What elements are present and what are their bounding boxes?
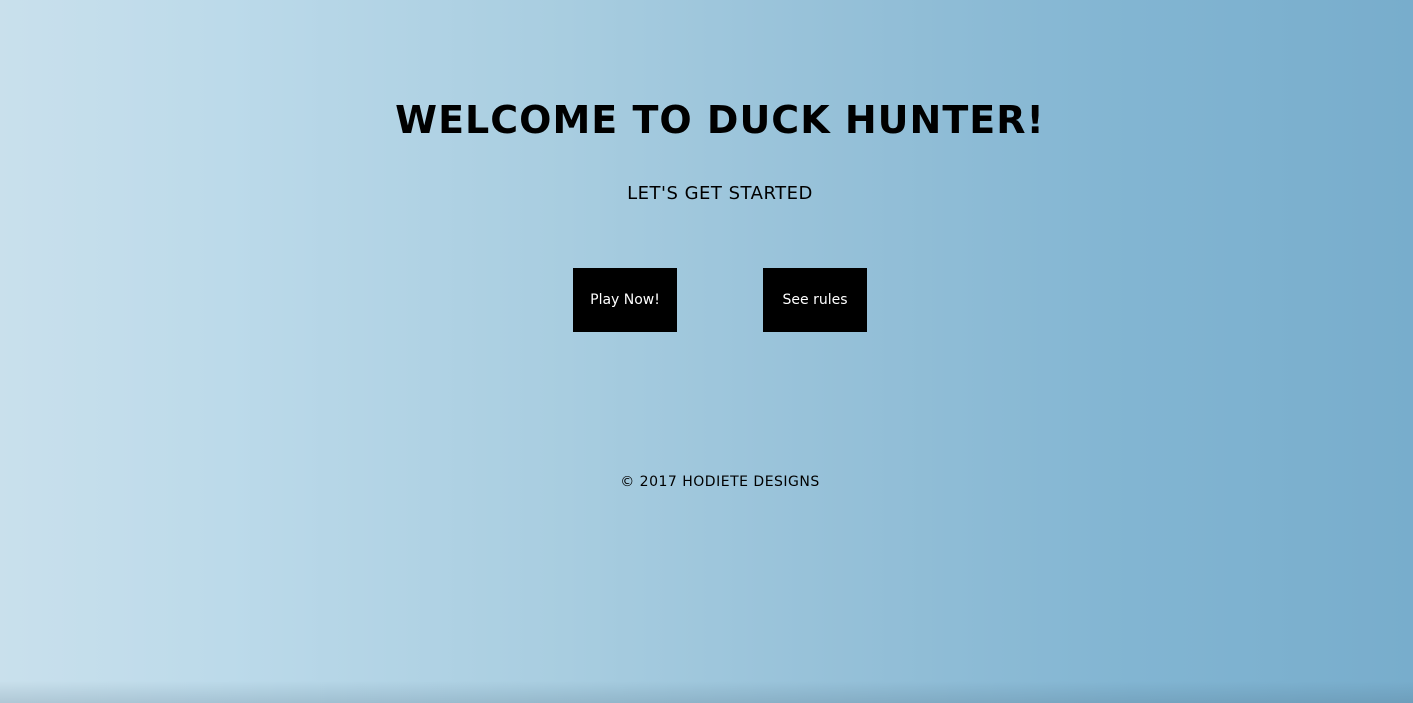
bottom-shadow	[0, 681, 1413, 703]
page-title: WELCOME TO DUCK HUNTER!	[395, 98, 1045, 142]
footer-copyright: © 2017 HODIETE DESIGNS	[620, 474, 820, 490]
play-now-button[interactable]: Play Now!	[573, 268, 677, 332]
page-subtitle: LET'S GET STARTED	[627, 183, 813, 204]
see-rules-button[interactable]: See rules	[763, 268, 867, 332]
